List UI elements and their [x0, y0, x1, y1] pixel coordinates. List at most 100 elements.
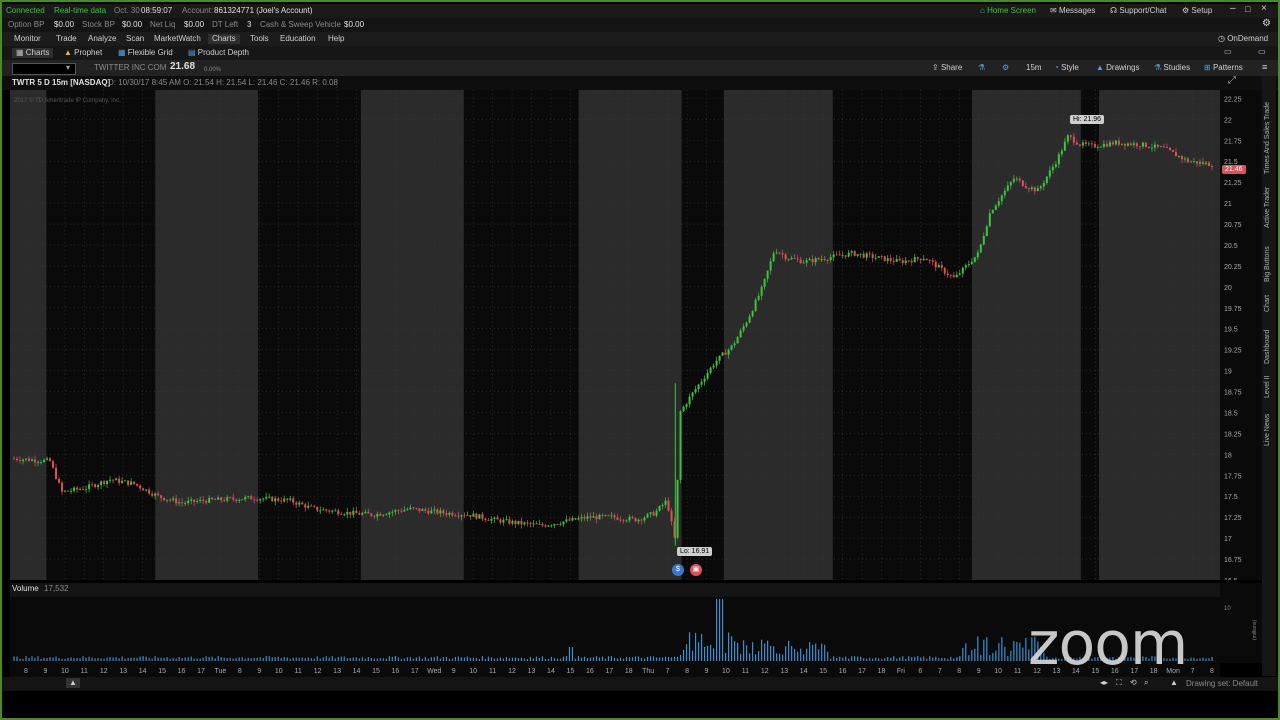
- flask-icon[interactable]: ⚗: [978, 63, 985, 73]
- rail-tab-chart[interactable]: Chart: [1264, 295, 1271, 312]
- maximize-button[interactable]: □: [1245, 4, 1250, 14]
- volume-bar: [935, 656, 937, 661]
- earnings-icon[interactable]: $: [672, 564, 684, 576]
- candle-body: [25, 458, 28, 460]
- time-tick-label: 8: [957, 668, 961, 675]
- chart-settings-icon[interactable]: ⚙: [1002, 63, 1009, 73]
- candle-body: [370, 513, 373, 516]
- candle-body: [1003, 190, 1006, 196]
- setup-button[interactable]: ⚙ Setup: [1182, 6, 1212, 16]
- event-icon[interactable]: ▣: [690, 564, 702, 576]
- volume-bar: [809, 642, 811, 661]
- magnifier-icon[interactable]: ⌕: [1144, 678, 1148, 688]
- volume-bar: [112, 657, 114, 661]
- studies-button[interactable]: ⚗ Studies: [1154, 63, 1190, 73]
- menu-analyze[interactable]: Analyze: [88, 34, 116, 44]
- price-chart[interactable]: 2017 © TD Ameritrade IP Company, Inc.: [10, 90, 1220, 580]
- candle-body: [499, 519, 502, 523]
- volume-bar: [640, 657, 643, 661]
- candle-body: [892, 260, 895, 262]
- net-liq-label: Net Liq: [150, 20, 176, 29]
- rail-tab-live-news[interactable]: Live News: [1264, 414, 1271, 446]
- candle-body: [586, 516, 589, 519]
- volume-bar: [346, 658, 348, 661]
- account-selector[interactable]: 861324771 (Joel's Account): [214, 6, 312, 16]
- share-button[interactable]: ⇪ Share: [932, 63, 962, 73]
- panel-icon[interactable]: ▭: [1258, 47, 1266, 57]
- menu-monitor[interactable]: Monitor: [14, 34, 41, 44]
- tab-charts[interactable]: ▦ Charts: [12, 48, 54, 58]
- volume-bar: [259, 657, 261, 661]
- ondemand-button[interactable]: ◷ OnDemand: [1218, 34, 1268, 44]
- cursor-icon[interactable]: ▲: [1170, 678, 1178, 688]
- candle-body: [541, 523, 544, 526]
- menu-charts[interactable]: Charts: [208, 34, 240, 44]
- volume-bar: [646, 656, 649, 661]
- price-axis[interactable]: 22.252221.7521.521.252120.7520.520.25201…: [1220, 90, 1262, 580]
- style-button[interactable]: ◔ Style: [1054, 63, 1079, 73]
- volume-label: Volume: [12, 584, 39, 593]
- collapse-icon[interactable]: ▲: [66, 678, 80, 688]
- settings-gear-icon[interactable]: ⚙: [1262, 19, 1271, 29]
- minimize-button[interactable]: –: [1230, 4, 1236, 14]
- pan-left-icon[interactable]: ◂▸: [1100, 678, 1108, 688]
- volume-bar: [631, 657, 634, 661]
- reset-icon[interactable]: ⟲: [1130, 678, 1137, 688]
- candle-body: [1177, 156, 1180, 157]
- volume-bar: [118, 658, 120, 661]
- messages-button[interactable]: ✉ Messages: [1050, 6, 1095, 16]
- rail-tab-trade[interactable]: Trade: [1264, 102, 1271, 120]
- drawings-button[interactable]: ▲ Drawings: [1096, 63, 1139, 73]
- candle-body: [466, 515, 469, 516]
- volume-bar: [484, 658, 486, 661]
- home-screen-button[interactable]: ⌂ Home Screen: [980, 6, 1036, 16]
- rail-tab-big-buttons[interactable]: Big Buttons: [1264, 246, 1271, 282]
- patterns-button[interactable]: ⊞ Patterns: [1204, 63, 1243, 73]
- volume-bar: [442, 657, 444, 661]
- tab-flexible-grid[interactable]: ▦ Flexible Grid: [118, 48, 173, 58]
- candle-body: [16, 458, 19, 461]
- time-tick-label: 13: [780, 668, 788, 675]
- volume-bar: [601, 656, 604, 661]
- menu-education[interactable]: Education: [280, 34, 316, 44]
- candle-body: [703, 378, 706, 382]
- candle-body: [154, 493, 157, 496]
- volume-bar: [893, 656, 895, 661]
- rail-tab-active-trader[interactable]: Active Trader: [1264, 187, 1271, 228]
- volume-bar: [908, 656, 910, 661]
- chevron-down-icon[interactable]: ▾: [66, 63, 70, 73]
- volume-bar: [788, 640, 790, 661]
- candle-body: [178, 502, 181, 504]
- menu-scan[interactable]: Scan: [126, 34, 144, 44]
- candle-body: [853, 251, 856, 256]
- rail-tab-level-ii[interactable]: Level II: [1264, 375, 1271, 398]
- menu-tools[interactable]: Tools: [250, 34, 269, 44]
- tab-product-depth[interactable]: ▤ Product Depth: [188, 48, 249, 58]
- volume-bar: [1196, 658, 1198, 661]
- candle-body: [967, 264, 970, 266]
- time-tick-label: 8: [24, 668, 28, 675]
- time-tick-label: 17: [411, 668, 419, 675]
- price-tick-label: 19: [1224, 369, 1232, 376]
- volume-bar: [169, 658, 171, 661]
- candle-body: [217, 497, 220, 500]
- rail-tab-dashboard[interactable]: Dashboard: [1264, 330, 1271, 364]
- support-chat-button[interactable]: ☊ Support/Chat: [1110, 6, 1166, 16]
- candle-body: [325, 509, 328, 511]
- menu-icon[interactable]: ≡: [1262, 62, 1267, 72]
- detach-icon[interactable]: ▭: [1224, 47, 1232, 57]
- menu-marketwatch[interactable]: MarketWatch: [154, 34, 201, 44]
- interval-selector[interactable]: 15m: [1026, 63, 1042, 73]
- tab-prophet[interactable]: ▲ Prophet: [64, 48, 102, 58]
- menu-help[interactable]: Help: [328, 34, 344, 44]
- volume-bar: [800, 648, 802, 661]
- expand-icon[interactable]: ⤢: [1228, 76, 1236, 86]
- rail-tab-times-sales[interactable]: Times And Sales: [1264, 122, 1271, 174]
- candle-body: [118, 478, 121, 483]
- candle-body: [511, 520, 514, 524]
- candle-body: [829, 257, 832, 261]
- candle-body: [463, 515, 466, 517]
- close-button[interactable]: ×: [1261, 4, 1267, 14]
- menu-trade[interactable]: Trade: [56, 34, 77, 44]
- zoom-fit-icon[interactable]: ⛶: [1116, 678, 1122, 688]
